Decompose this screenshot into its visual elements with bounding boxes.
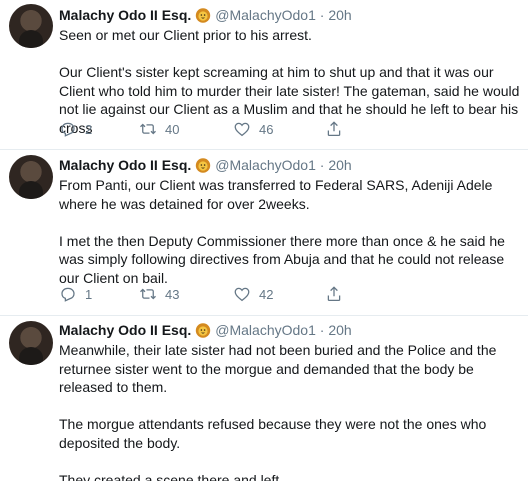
author-handle[interactable]: @MalachyOdo1 [215,322,316,338]
timestamp[interactable]: 20h [328,7,351,23]
share-button[interactable] [325,120,343,138]
retweet-count: 43 [165,286,180,302]
lion-face-icon [195,322,211,338]
reply-icon [61,122,75,137]
tweet[interactable]: Malachy Odo II Esq. @MalachyOdo1 · 20h Se… [0,0,528,150]
retweet-button[interactable]: 43 [139,285,233,303]
tweet-header: Malachy Odo II Esq. @MalachyOdo1 · 20h [59,320,520,340]
avatar[interactable] [9,321,53,365]
author-name[interactable]: Malachy Odo II Esq. [59,322,191,338]
retweet-count: 40 [165,121,180,137]
tweet-text: Meanwhile, their late sister had not bee… [59,341,520,481]
separator: · [319,7,325,23]
tweet-actions: 2 40 46 [59,119,343,139]
share-icon [327,121,341,137]
reply-count: 1 [85,286,93,302]
author-handle[interactable]: @MalachyOdo1 [215,157,316,173]
tweet-paragraph: Meanwhile, their late sister had not bee… [59,342,497,395]
retweet-button[interactable]: 40 [139,120,233,138]
lion-face-icon [195,7,211,23]
retweet-icon [140,123,156,135]
like-count: 42 [259,286,274,302]
heart-icon [234,287,250,302]
tweet-header: Malachy Odo II Esq. @MalachyOdo1 · 20h [59,5,520,25]
tweet[interactable]: Malachy Odo II Esq. @MalachyOdo1 · 20h Me… [0,316,528,481]
timestamp[interactable]: 20h [328,157,351,173]
share-button[interactable] [325,285,343,303]
author-name[interactable]: Malachy Odo II Esq. [59,157,191,173]
tweet-paragraph: From Panti, our Client was transferred t… [59,177,493,212]
heart-icon [234,122,250,137]
tweet-text: From Panti, our Client was transferred t… [59,176,520,287]
separator: · [319,157,325,173]
tweet-paragraph: Seen or met our Client prior to his arre… [59,27,312,43]
author-name[interactable]: Malachy Odo II Esq. [59,7,191,23]
avatar[interactable] [9,155,53,199]
like-button[interactable]: 42 [233,285,325,303]
separator: · [319,322,325,338]
like-button[interactable]: 46 [233,120,325,138]
tweet-paragraph: The morgue attendants refused because th… [59,416,487,451]
avatar[interactable] [9,4,53,48]
timestamp[interactable]: 20h [328,322,351,338]
tweet-actions: 1 43 42 [59,284,343,304]
tweet-paragraph: I met the then Deputy Commissioner there… [59,232,505,286]
reply-button[interactable]: 2 [59,120,139,138]
reply-count: 2 [85,121,93,137]
share-icon [327,286,341,302]
like-count: 46 [259,121,274,137]
tweet[interactable]: Malachy Odo II Esq. @MalachyOdo1 · 20h Fr… [0,150,528,316]
retweet-icon [140,288,156,300]
tweet-paragraph: They created a scene there and left [59,471,280,481]
reply-icon [61,287,75,302]
reply-button[interactable]: 1 [59,285,139,303]
timeline: Malachy Odo II Esq. @MalachyOdo1 · 20h Se… [0,0,528,481]
tweet-header: Malachy Odo II Esq. @MalachyOdo1 · 20h [59,155,520,175]
lion-face-icon [195,157,211,173]
author-handle[interactable]: @MalachyOdo1 [215,7,316,23]
